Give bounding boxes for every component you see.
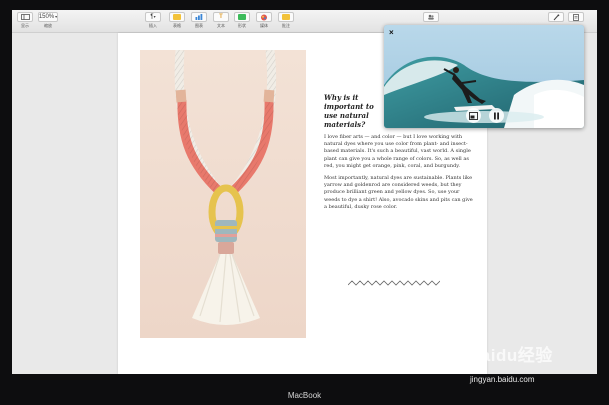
article-paragraph[interactable]: I love fiber arts — and color — but I lo… [324, 134, 474, 170]
media-button[interactable]: 媒体 [256, 12, 272, 29]
zigzag-divider [347, 274, 441, 292]
article-paragraph[interactable]: Most importantly, natural dyes are susta… [324, 175, 474, 211]
format-button[interactable] [548, 12, 564, 22]
table-icon[interactable] [169, 12, 185, 22]
insert-button[interactable]: ¶ ▾ 插入 [145, 12, 161, 29]
view-control[interactable]: 显示 [17, 12, 33, 29]
shape-button[interactable]: 形状 [234, 12, 250, 29]
chart-label: 图表 [195, 23, 203, 28]
screen: 显示 150% ▾ 缩放 ¶ ▾ 插入 表格 图表 T 文本 形状 媒体 批注 … [12, 10, 597, 374]
baidu-watermark: Baidu经验 jingyan.baidu.com [468, 341, 553, 384]
text-icon[interactable]: T [213, 12, 229, 22]
view-label: 显示 [21, 23, 29, 28]
document-button[interactable] [568, 12, 584, 22]
format-brush-icon[interactable] [548, 12, 564, 22]
text-label: 文本 [217, 23, 225, 28]
close-icon[interactable]: × [389, 28, 394, 37]
necklace-photo[interactable] [140, 50, 306, 338]
zoom-label: 缩放 [44, 23, 52, 28]
zoom-select[interactable]: 150% ▾ [38, 12, 58, 22]
watermark-url: jingyan.baidu.com [470, 375, 535, 384]
zoom-value: 150% [38, 14, 55, 20]
media-label: 媒体 [260, 23, 268, 28]
shape-label: 形状 [238, 23, 246, 28]
comment-icon[interactable] [278, 12, 294, 22]
picture-in-picture-video[interactable]: × [384, 25, 584, 128]
pip-restore-icon[interactable] [466, 108, 481, 123]
pause-icon[interactable] [489, 108, 504, 123]
chart-button[interactable]: 图表 [191, 12, 207, 29]
insert-label: 插入 [149, 23, 157, 28]
sidebar-view-icon[interactable] [17, 12, 33, 22]
article-headline[interactable]: Why is it important to use natural mater… [324, 93, 384, 129]
zoom-control[interactable]: 150% ▾ 缩放 [38, 12, 58, 29]
device-label: MacBook [287, 391, 322, 400]
text-button[interactable]: T 文本 [213, 12, 229, 29]
shape-icon[interactable] [234, 12, 250, 22]
table-button[interactable]: 表格 [169, 12, 185, 29]
paragraph-icon[interactable]: ¶ ▾ [145, 12, 161, 22]
document-icon[interactable] [568, 12, 584, 22]
comment-button[interactable]: 批注 [278, 12, 294, 29]
collaborate-icon[interactable] [423, 12, 439, 22]
comment-label: 批注 [282, 23, 290, 28]
watermark-logo: Baidu经验 [468, 346, 553, 365]
chevron-down-icon: ▾ [55, 14, 58, 19]
collaborate-button[interactable] [423, 12, 439, 22]
table-label: 表格 [173, 23, 181, 28]
media-icon[interactable] [256, 12, 272, 22]
bar-chart-icon[interactable] [191, 12, 207, 22]
